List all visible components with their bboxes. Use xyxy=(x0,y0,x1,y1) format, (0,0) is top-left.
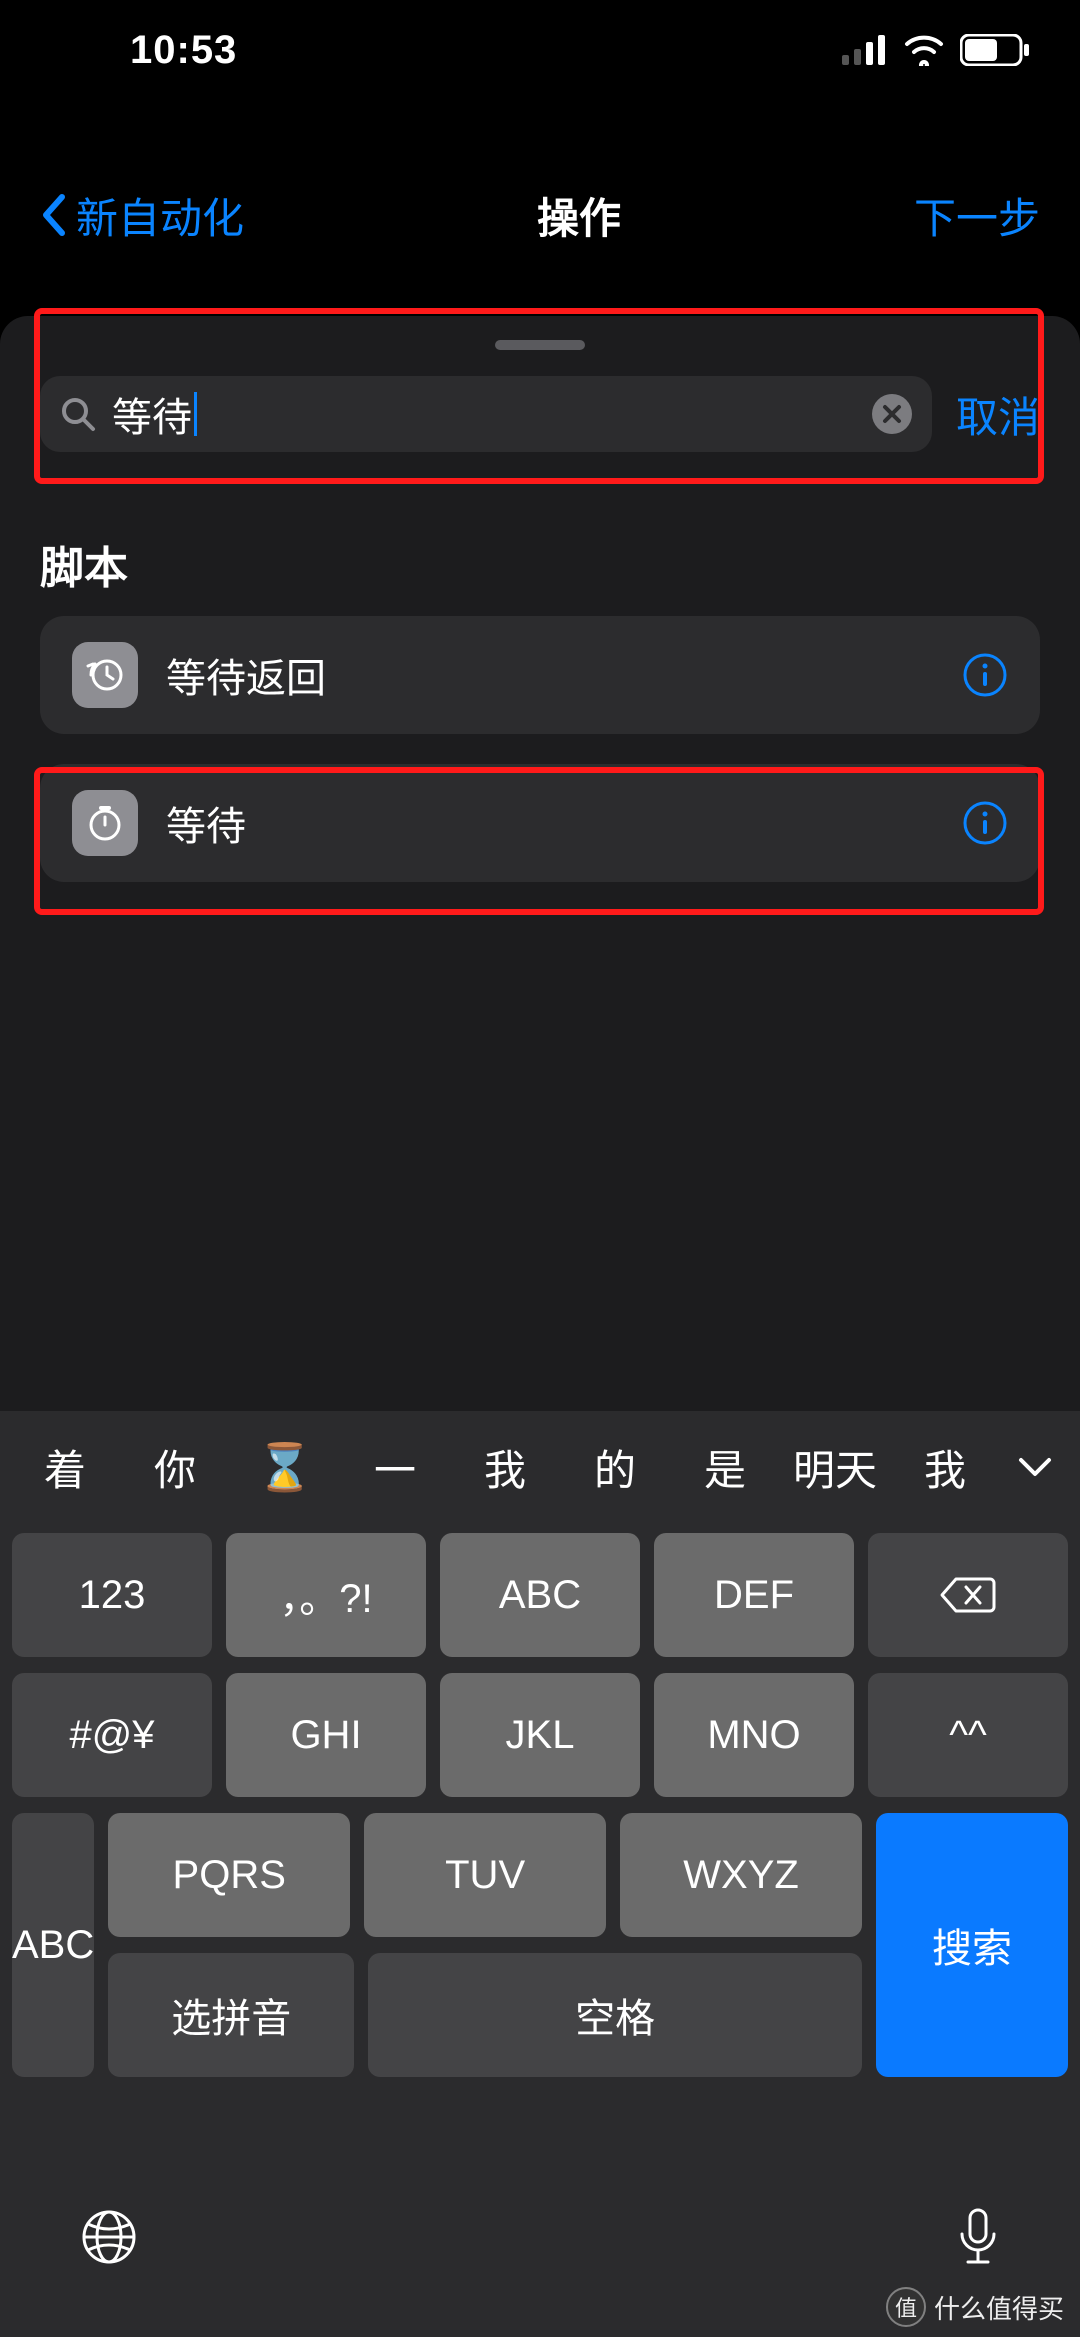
status-indicators xyxy=(842,34,1030,66)
key-space[interactable]: 空格 xyxy=(368,1953,862,2077)
watermark-badge: 值 xyxy=(886,2287,926,2327)
text-caret xyxy=(194,392,197,436)
info-button[interactable] xyxy=(962,800,1008,846)
keyboard: 着 你 ⌛ 一 我 的 是 明天 我 123 ，。?! ABC DEF xyxy=(0,1411,1080,2337)
result-wait-return[interactable]: 等待返回 xyxy=(40,616,1040,734)
search-field[interactable]: 等待 xyxy=(40,376,932,452)
result-label: 等待 xyxy=(166,794,934,852)
section-title-scripts: 脚本 xyxy=(40,532,128,596)
candidate[interactable]: 你 xyxy=(120,1437,230,1498)
search-row: 等待 取消 xyxy=(40,374,1040,454)
sheet-grabber[interactable] xyxy=(495,340,585,350)
key-wxyz[interactable]: WXYZ xyxy=(620,1813,862,1937)
next-button[interactable]: 下一步 xyxy=(914,185,1040,246)
candidate[interactable]: 我 xyxy=(450,1437,560,1498)
watermark-text: 什么值得买 xyxy=(934,2289,1064,2326)
result-label: 等待返回 xyxy=(166,646,934,704)
results-list: 等待返回 等待 xyxy=(40,616,1040,912)
candidate[interactable]: 一 xyxy=(340,1437,450,1498)
key-123[interactable]: 123 xyxy=(12,1533,212,1657)
key-select-pinyin[interactable]: 选拼音 xyxy=(108,1953,354,2077)
key-tuv[interactable]: TUV xyxy=(364,1813,606,1937)
cellular-icon xyxy=(842,35,888,65)
candidate[interactable]: 明天 xyxy=(780,1437,890,1498)
back-label: 新自动化 xyxy=(76,185,244,246)
key-jkl[interactable]: JKL xyxy=(440,1673,640,1797)
candidate[interactable]: ⌛ xyxy=(230,1440,340,1495)
history-icon xyxy=(72,642,138,708)
watermark: 值 什么值得买 xyxy=(886,2287,1064,2327)
result-wait[interactable]: 等待 xyxy=(40,764,1040,882)
expand-candidates-button[interactable] xyxy=(1000,1456,1070,1478)
candidate[interactable]: 的 xyxy=(560,1437,670,1498)
globe-icon[interactable] xyxy=(80,2208,138,2266)
candidate[interactable]: 我 xyxy=(890,1437,1000,1498)
key-def[interactable]: DEF xyxy=(654,1533,854,1657)
key-pqrs[interactable]: PQRS xyxy=(108,1813,350,1937)
back-button[interactable]: 新自动化 xyxy=(40,185,244,246)
candidate[interactable]: 是 xyxy=(670,1437,780,1498)
chevron-left-icon xyxy=(40,193,68,237)
battery-icon xyxy=(960,34,1030,66)
search-input[interactable]: 等待 xyxy=(112,385,197,443)
key-punct[interactable]: ，。?! xyxy=(226,1533,426,1657)
candidate-bar: 着 你 ⌛ 一 我 的 是 明天 我 xyxy=(0,1411,1080,1523)
key-ghi[interactable]: GHI xyxy=(226,1673,426,1797)
status-bar: 10:53 xyxy=(0,0,1080,100)
page-title: 操作 xyxy=(537,185,621,246)
chevron-down-icon xyxy=(1017,1456,1053,1478)
key-abc[interactable]: ABC xyxy=(440,1533,640,1657)
status-time: 10:53 xyxy=(130,28,237,73)
search-icon xyxy=(60,396,96,432)
backspace-icon xyxy=(940,1575,996,1615)
candidate[interactable]: 着 xyxy=(10,1437,120,1498)
key-symbols[interactable]: #@¥ xyxy=(12,1673,212,1797)
close-icon xyxy=(882,404,902,424)
timer-icon xyxy=(72,790,138,856)
key-backspace[interactable] xyxy=(868,1533,1068,1657)
key-face[interactable]: ^^ xyxy=(868,1673,1068,1797)
key-switch-abc[interactable]: ABC xyxy=(12,1813,94,2077)
clear-search-button[interactable] xyxy=(872,394,912,434)
key-search[interactable]: 搜索 xyxy=(876,1813,1068,2077)
info-button[interactable] xyxy=(962,652,1008,698)
nav-bar: 新自动化 操作 下一步 xyxy=(0,165,1080,265)
cancel-button[interactable]: 取消 xyxy=(956,384,1040,445)
wifi-icon xyxy=(902,34,946,66)
key-mno[interactable]: MNO xyxy=(654,1673,854,1797)
mic-icon[interactable] xyxy=(956,2206,1000,2268)
